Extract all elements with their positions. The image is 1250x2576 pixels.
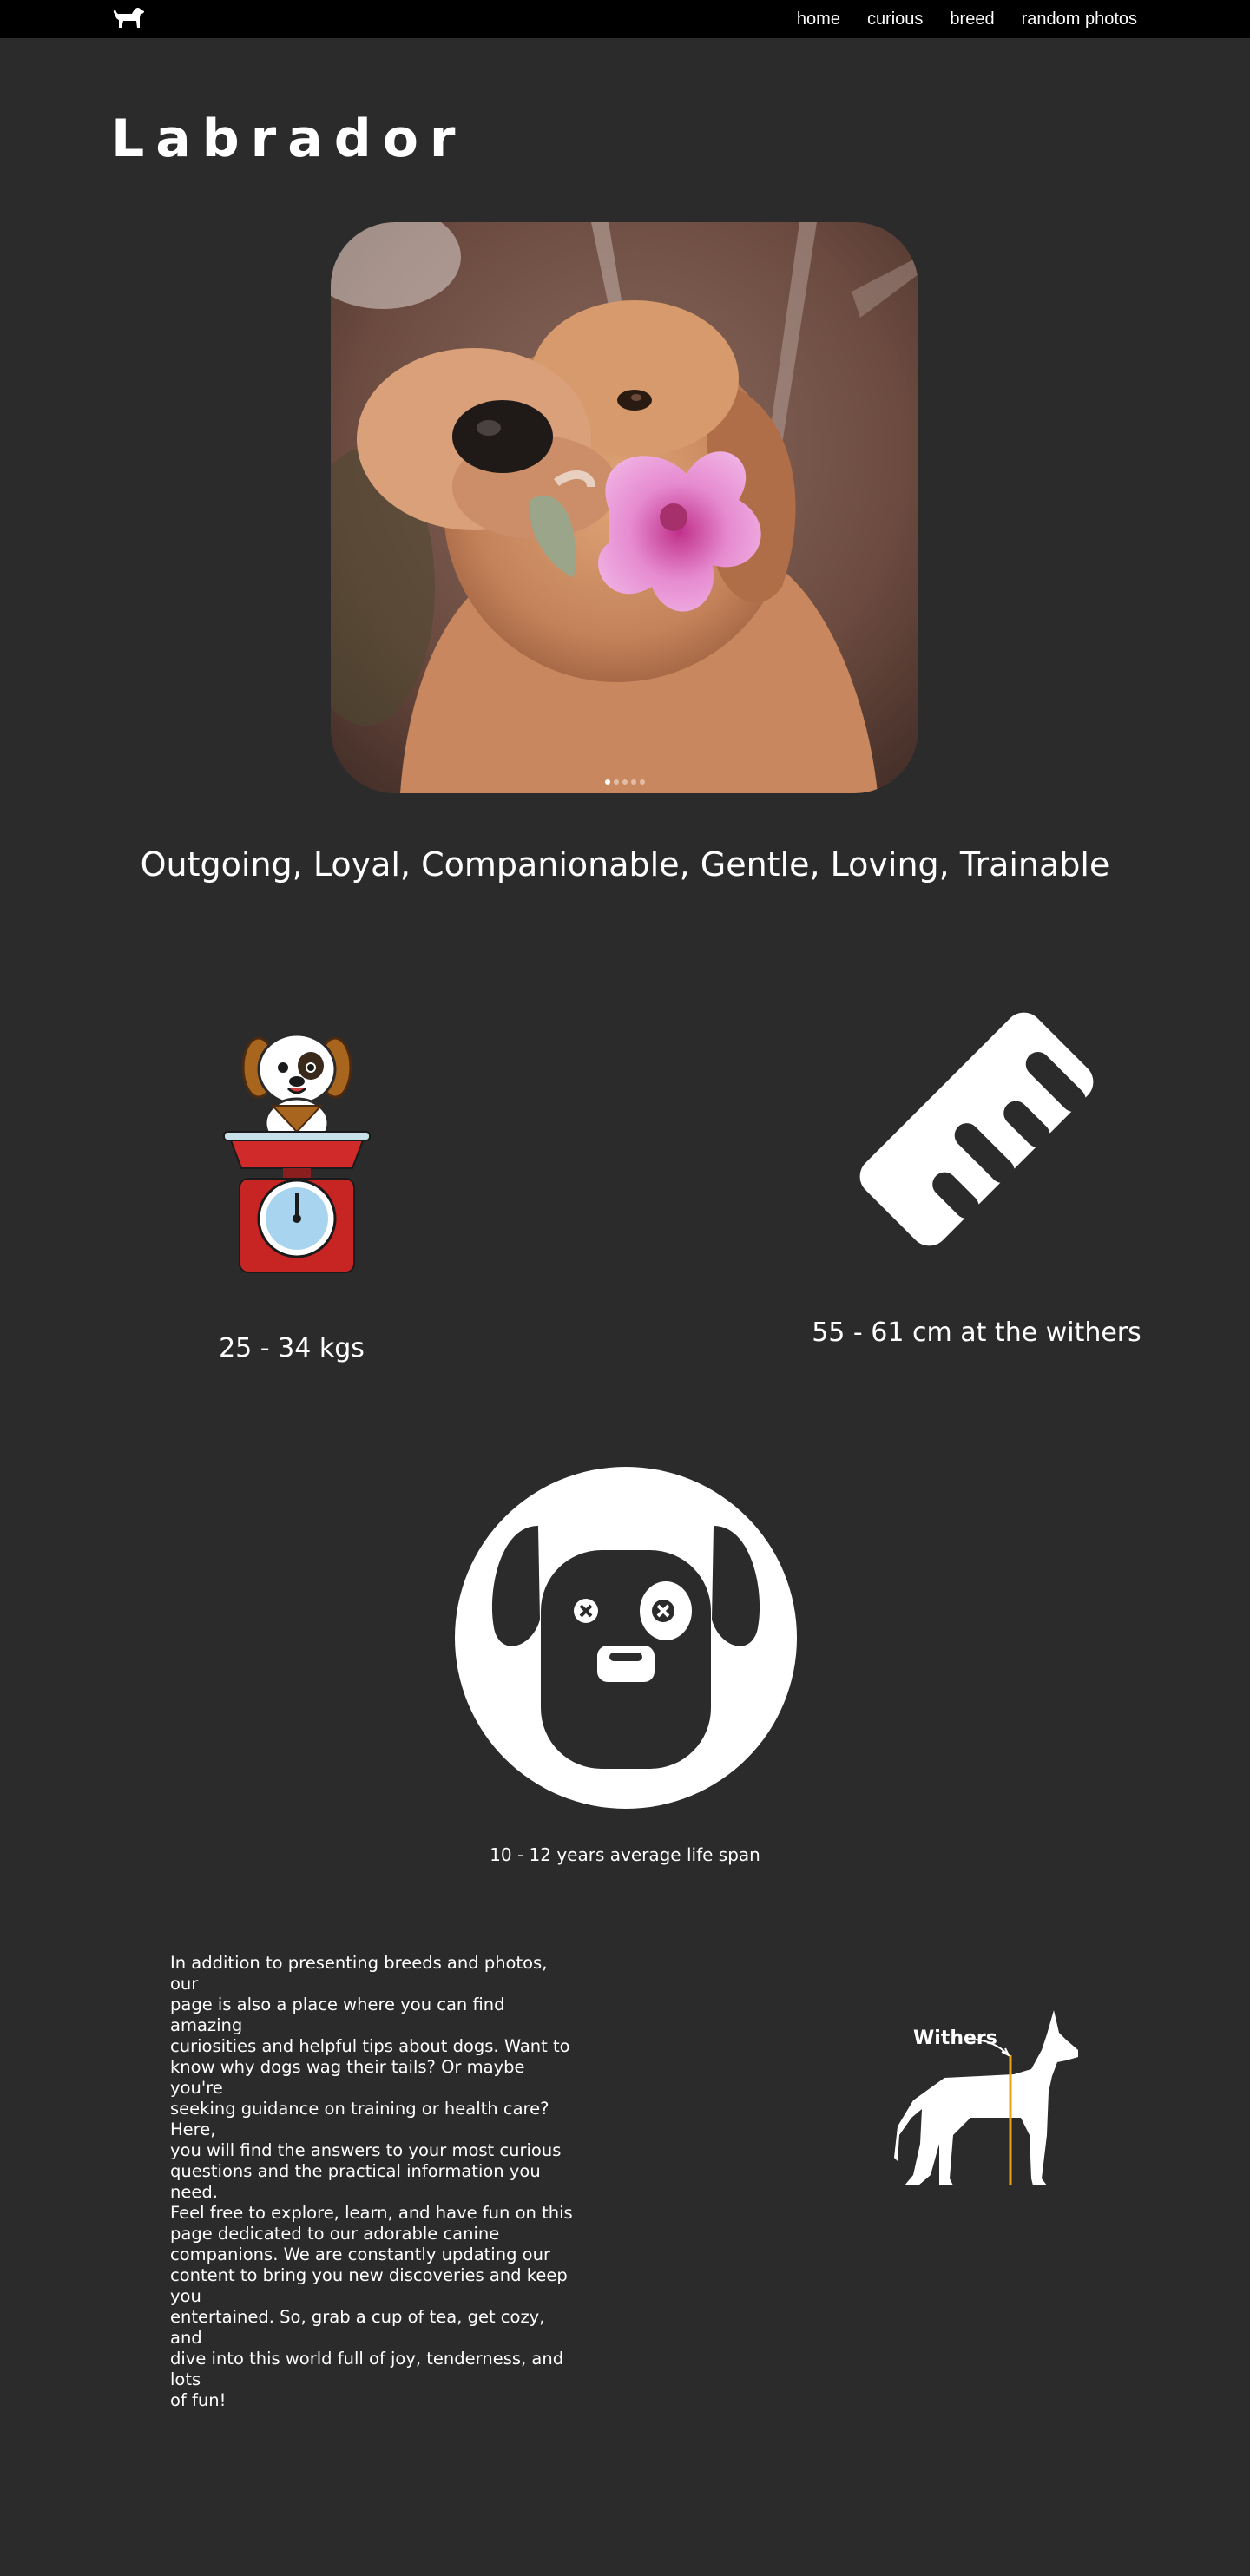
dog-photo bbox=[331, 222, 918, 793]
carousel-dot[interactable] bbox=[613, 779, 619, 785]
nav-link-breed[interactable]: breed bbox=[950, 10, 994, 30]
dog-withers-diagram-icon: Withers bbox=[894, 2010, 1078, 2185]
height-label: 55 - 61 cm at the withers bbox=[812, 1318, 1141, 1348]
about-line: page dedicated to our adorable canine bbox=[170, 2224, 500, 2244]
about-line: curiosities and helpful tips about dogs.… bbox=[170, 2036, 570, 2056]
about-line: companions. We are constantly updating o… bbox=[170, 2244, 550, 2264]
page-title: Labrador bbox=[111, 108, 467, 169]
withers-label: Withers bbox=[913, 2027, 997, 2049]
photo-carousel[interactable] bbox=[331, 222, 918, 793]
about-line: In addition to presenting breeds and pho… bbox=[170, 1953, 548, 1994]
dog-silhouette-icon[interactable] bbox=[111, 5, 146, 33]
about-line: dive into this world full of joy, tender… bbox=[170, 2349, 564, 2389]
about-line: Feel free to explore, learn, and have fu… bbox=[170, 2203, 573, 2223]
weight-label: 25 - 34 kgs bbox=[219, 1333, 365, 1364]
nav-links: home curious breed random photos bbox=[797, 0, 1137, 38]
carousel-dot[interactable] bbox=[630, 779, 636, 785]
carousel-indicators bbox=[331, 779, 918, 785]
about-line: of fun! bbox=[170, 2390, 227, 2410]
dog-face-circle-icon bbox=[455, 1467, 797, 1809]
carousel-dot[interactable] bbox=[639, 779, 645, 785]
about-line: know why dogs wag their tails? Or maybe … bbox=[170, 2057, 525, 2098]
nav-link-curious[interactable]: curious bbox=[867, 10, 923, 30]
lifespan-label: 10 - 12 years average life span bbox=[490, 1844, 760, 1865]
about-line: you will find the answers to your most c… bbox=[170, 2140, 562, 2160]
temperament: Outgoing, Loyal, Companionable, Gentle, … bbox=[140, 845, 1110, 884]
nav-link-random-photos[interactable]: random photos bbox=[1022, 10, 1137, 30]
navbar: home curious breed random photos bbox=[0, 0, 1250, 38]
about-line: entertained. So, grab a cup of tea, get … bbox=[170, 2307, 545, 2348]
about-line: questions and the practical information … bbox=[170, 2161, 541, 2202]
dog-on-scale-icon bbox=[223, 1033, 371, 1273]
carousel-dot[interactable] bbox=[604, 779, 610, 785]
about-line: page is also a place where you can find … bbox=[170, 1994, 505, 2035]
about-paragraph: In addition to presenting breeds and pho… bbox=[170, 1953, 578, 2411]
carousel-dot[interactable] bbox=[622, 779, 628, 785]
about-line: content to bring you new discoveries and… bbox=[170, 2265, 568, 2306]
nav-link-home[interactable]: home bbox=[797, 10, 840, 30]
ruler-icon bbox=[859, 1012, 1094, 1246]
about-line: seeking guidance on training or health c… bbox=[170, 2099, 549, 2139]
